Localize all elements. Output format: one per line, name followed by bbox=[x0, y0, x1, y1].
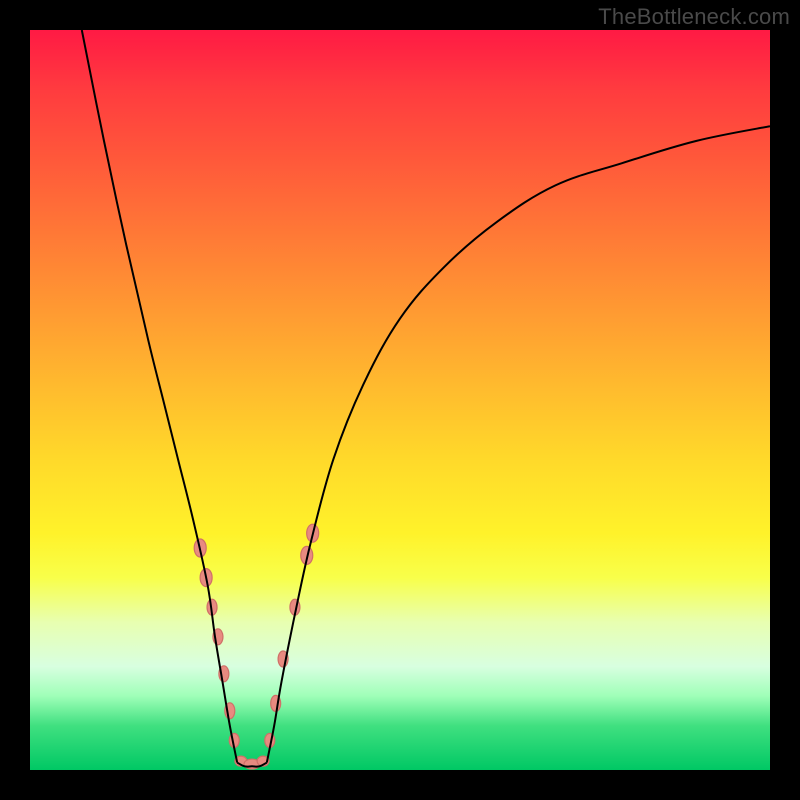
curve-right bbox=[267, 126, 770, 762]
curve-left bbox=[82, 30, 237, 763]
watermark-label: TheBottleneck.com bbox=[598, 4, 790, 30]
marker-layer bbox=[194, 524, 318, 769]
chart-area bbox=[30, 30, 770, 770]
bottleneck-chart bbox=[30, 30, 770, 770]
